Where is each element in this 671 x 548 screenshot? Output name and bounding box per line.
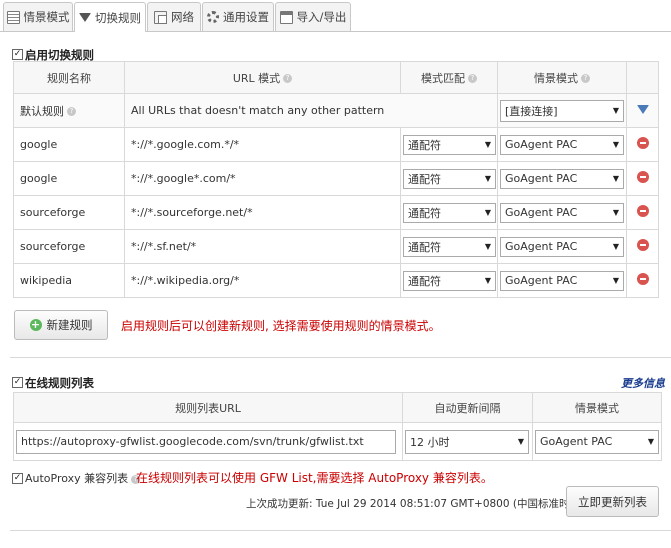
header-profile: 情景模式 — [532, 392, 662, 423]
rule-url: *://*.sourceforge.net/* — [124, 195, 401, 230]
table-row: https://autoproxy-gfwlist.googlecode.com… — [13, 422, 662, 461]
delete-icon[interactable] — [636, 239, 649, 251]
autoproxy-hint: 在线规则列表可以使用 GFW List,需要选择 AutoProxy 兼容列表。 — [136, 471, 493, 485]
online-list-table: 规则列表URL 自动更新间隔 情景模式 https://autoproxy-gf… — [13, 392, 662, 461]
rule-name: wikipedia — [13, 263, 125, 298]
interval-select[interactable]: 12 小时 ▼ — [405, 429, 529, 454]
filter-icon — [79, 13, 91, 22]
header-url: URL 模式? — [124, 61, 401, 94]
profile-select[interactable]: GoAgent PAC ▼ — [500, 236, 624, 257]
help-icon[interactable]: ? — [468, 74, 477, 83]
delete-icon[interactable] — [636, 171, 649, 183]
table-row: google *://*.google*.com/* 通配符 ▼ GoAgent … — [13, 161, 659, 196]
profile-select[interactable]: GoAgent PAC ▼ — [500, 168, 624, 189]
table-row: wikipedia *://*.wikipedia.org/* 通配符 ▼ GoA… — [13, 263, 659, 298]
tab-switch-rules[interactable]: 切换规则 — [74, 2, 146, 32]
autoproxy-label: AutoProxy 兼容列表? — [25, 470, 141, 486]
header-actions — [626, 61, 659, 94]
profiles-icon — [6, 10, 20, 24]
rule-name: sourceforge — [13, 195, 125, 230]
filter-icon[interactable] — [636, 105, 649, 114]
help-icon[interactable]: ? — [581, 74, 590, 83]
last-update-text: 上次成功更新: Tue Jul 29 2014 08:51:07 GMT+080… — [246, 498, 585, 510]
rule-name: sourceforge — [13, 229, 125, 264]
match-select[interactable]: 通配符 ▼ — [403, 168, 496, 189]
delete-icon[interactable] — [636, 205, 649, 217]
rule-url: *://*.sf.net/* — [124, 229, 401, 264]
update-now-button[interactable]: 立即更新列表 — [566, 486, 659, 517]
profile-select[interactable]: GoAgent PAC ▼ — [500, 134, 624, 155]
save-icon — [279, 10, 293, 24]
tab-general-settings[interactable]: 通用设置 — [202, 2, 274, 31]
match-select[interactable]: 通配符 ▼ — [403, 202, 496, 223]
enable-switch-rules-checkbox[interactable]: ✓ — [12, 49, 23, 60]
divider — [10, 530, 671, 531]
tab-network[interactable]: 网络 — [147, 2, 201, 31]
rule-list-url-input[interactable]: https://autoproxy-gfwlist.googlecode.com… — [16, 429, 396, 454]
delete-icon[interactable] — [636, 137, 649, 149]
gear-icon — [207, 11, 219, 23]
header-interval: 自动更新间隔 — [402, 392, 533, 423]
profile-select[interactable]: GoAgent PAC ▼ — [500, 270, 624, 291]
new-rule-button[interactable]: + 新建规则 — [14, 310, 108, 340]
delete-icon[interactable] — [636, 273, 649, 285]
rule-name: google — [13, 127, 125, 162]
tab-import-export[interactable]: 导入/导出 — [275, 2, 351, 31]
match-select[interactable]: 通配符 ▼ — [403, 270, 496, 291]
table-row: sourceforge *://*.sourceforge.net/* 通配符 ▼… — [13, 195, 659, 230]
tab-profiles[interactable]: 情景模式 — [3, 2, 73, 31]
table-row: google *://*.google.com.*/* 通配符 ▼ GoAgent… — [13, 127, 659, 162]
match-select[interactable]: 通配符 ▼ — [403, 134, 496, 155]
network-icon — [154, 10, 167, 24]
rule-url: *://*.google*.com/* — [124, 161, 401, 196]
rule-name: google — [13, 161, 125, 196]
online-rule-list-label: 在线规则列表 — [25, 376, 94, 390]
new-rule-hint: 启用规则后可以创建新规则, 选择需要使用规则的情景模式。 — [121, 319, 441, 333]
more-info-link[interactable]: 更多信息 — [621, 375, 665, 391]
help-icon[interactable]: ? — [67, 107, 76, 116]
plus-icon: + — [29, 318, 42, 331]
default-rule-url: All URLs that doesn't match any other pa… — [124, 93, 498, 128]
online-profile-select[interactable]: GoAgent PAC ▼ — [535, 429, 659, 454]
online-rule-list-checkbox[interactable]: ✓ — [12, 377, 23, 388]
help-icon[interactable]: ? — [283, 74, 293, 83]
autoproxy-checkbox[interactable]: ✓ — [12, 473, 23, 484]
default-rule-name: 默认规则? — [13, 93, 125, 128]
match-select[interactable]: 通配符 ▼ — [403, 236, 496, 257]
header-match: 模式匹配? — [400, 61, 498, 94]
tab-bar: 情景模式 切换规则 网络 通用设置 导入/导出 — [0, 0, 671, 32]
rule-url: *://*.wikipedia.org/* — [124, 263, 401, 298]
table-row: sourceforge *://*.sf.net/* 通配符 ▼ GoAgent … — [13, 229, 659, 264]
default-profile-select[interactable]: [直接连接] ▼ — [500, 99, 624, 122]
header-profile: 情景模式? — [497, 61, 627, 94]
switch-rules-table: 规则名称 URL 模式? 模式匹配? 情景模式? 默认规则? All URLs … — [13, 61, 659, 298]
table-header-row: 规则名称 URL 模式? 模式匹配? 情景模式? — [13, 61, 659, 94]
default-rule-row: 默认规则? All URLs that doesn't match any ot… — [13, 93, 659, 128]
header-list-url: 规则列表URL — [13, 392, 403, 423]
header-name: 规则名称 — [13, 61, 125, 94]
profile-select[interactable]: GoAgent PAC ▼ — [500, 202, 624, 223]
table-header-row: 规则列表URL 自动更新间隔 情景模式 — [13, 392, 662, 423]
rule-url: *://*.google.com.*/* — [124, 127, 401, 162]
divider — [10, 357, 671, 358]
